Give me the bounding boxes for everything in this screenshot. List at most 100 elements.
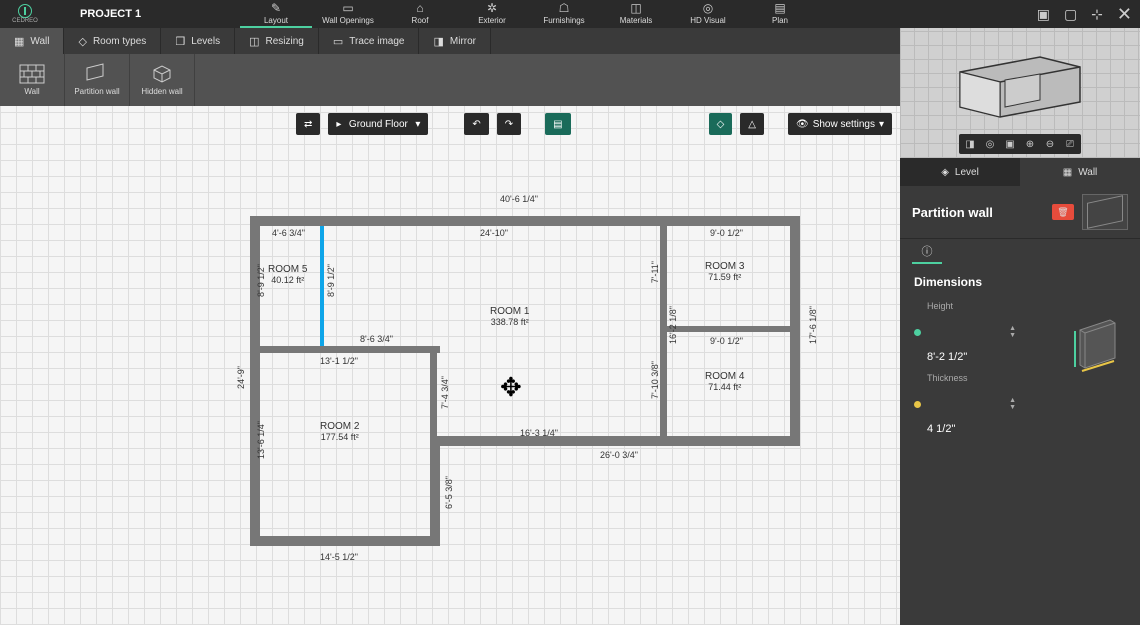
show-settings-button[interactable]: 👁Show settings▾ [788,113,892,135]
logo-icon [18,4,32,18]
tool-wall[interactable]: Wall [0,54,65,106]
canvas[interactable]: ⇄ ▸Ground Floor▾ ↶ ↷ ▤ ◇ △ 👁Show setting… [0,106,900,625]
wall-openings-icon: ▭ [342,1,353,15]
tab-plan[interactable]: ▤Plan [744,0,816,28]
dim-r2-h: 13'-6 1/4" [256,421,266,459]
floor-selector[interactable]: ▸Ground Floor▾ [328,113,428,135]
dim-r5-h: 8'-9 1/2" [256,264,266,297]
wall-r5-bottom[interactable] [250,346,440,353]
tool-partition-wall[interactable]: Partition wall [65,54,130,106]
preview-reset-icon[interactable]: ▣ [1001,136,1019,152]
wall-bottom-right[interactable] [430,436,800,446]
preview-3d-model [950,52,1090,122]
wall-r1-r2-divider[interactable] [430,346,437,441]
tab-materials[interactable]: ◫Materials [600,0,672,28]
view-2d-button[interactable]: ◇ [709,113,733,135]
wall-3d-diagram [1070,315,1130,385]
dim-r5-h2: 8'-9 1/2" [326,264,336,297]
levels-icon: ❒ [175,35,185,48]
dim-r1-split: 7'-4 3/4" [440,376,450,409]
dim-r1-w: 24'-10" [480,228,508,238]
room3-label: ROOM 371.59 ft² [705,261,744,282]
preview-pan-icon[interactable]: ◨ [961,136,979,152]
roomtypes-icon: ◇ [78,35,86,48]
dimensions-section: Dimensions Height 8'-2 1/2" ▲▼ Thickness… [900,265,1140,455]
dim-r2-top: 13'-1 1/2" [320,356,358,366]
collapse-icon[interactable]: ⊹ [1091,6,1103,23]
delete-button[interactable]: 🗑 [1052,204,1074,220]
side-tab-level[interactable]: ◈Level [900,158,1020,186]
roof-icon: ⌂ [416,1,423,15]
room1-label: ROOM 1338.78 ft² [490,306,529,327]
layer-button[interactable]: ▤ [545,113,570,135]
preview-zoomout-icon[interactable]: ⊖ [1041,136,1059,152]
canvas-controls: ⇄ ▸Ground Floor▾ ↶ ↷ ▤ ◇ △ 👁Show setting… [0,112,900,136]
tab-layout[interactable]: ✎Layout [240,0,312,28]
info-tab-button[interactable]: ⓘ [912,240,942,264]
thickness-value[interactable]: 4 1/2" [927,423,968,435]
wall-icon: ▦ [1063,167,1072,178]
subtab-trace-image[interactable]: ▭Trace image [319,28,420,54]
tab-exterior[interactable]: ✲Exterior [456,0,528,28]
partition-tool-icon [85,64,109,84]
preview-orbit-icon[interactable]: ◎ [981,136,999,152]
redo-button[interactable]: ↷ [497,113,521,135]
subtab-wall[interactable]: ▦Wall [0,28,64,54]
furnishings-icon: ☖ [559,1,570,15]
tool-hidden-wall[interactable]: Hidden wall [130,54,195,106]
tab-wall-openings[interactable]: ▭Wall Openings [312,0,384,28]
preview-3d[interactable]: ◨ ◎ ▣ ⊕ ⊖ ⎚ [900,28,1140,158]
dim-r5-w: 4'-6 3/4" [272,228,305,238]
subtab-resizing[interactable]: ◫Resizing [235,28,319,54]
logo[interactable]: CEDREO [0,2,50,26]
height-stepper[interactable]: ▲▼ [1009,325,1016,339]
move-gizmo[interactable] [500,376,530,406]
wall-bottom-left[interactable] [250,536,440,546]
height-value[interactable]: 8'-2 1/2" [927,351,967,363]
thickness-dot [914,401,921,408]
thickness-label: Thickness [927,373,968,423]
dim-left-h: 24'-9" [236,366,246,389]
dim-top-total: 40'-6 1/4" [500,194,538,204]
chat-icon[interactable]: ▣ [1037,6,1050,23]
wall-r2-right[interactable] [430,436,440,546]
project-title[interactable]: PROJECT 1 [80,8,141,20]
preview-mouse-icon[interactable]: ⎚ [1061,136,1079,152]
subtab-room-types[interactable]: ◇Room types [64,28,161,54]
subtab-mirror[interactable]: ◨Mirror [419,28,491,54]
side-tabs: ◈Level ▦Wall [900,158,1140,186]
dim-r2-bottom: 14'-5 1/2" [320,552,358,562]
wall-top[interactable] [250,216,800,226]
close-icon[interactable]: ✕ [1117,4,1132,25]
preview-zoomin-icon[interactable]: ⊕ [1021,136,1039,152]
save-icon[interactable]: ▢ [1064,6,1077,23]
top-bar: CEDREO PROJECT 1 ✎Layout ▭Wall Openings … [0,0,1140,28]
side-panel: ◨ ◎ ▣ ⊕ ⊖ ⎚ ◈Level ▦Wall Partition wall … [900,28,1140,625]
selected-wall[interactable] [320,226,324,346]
wall-icon: ▦ [14,35,24,48]
tab-furnishings[interactable]: ☖Furnishings [528,0,600,28]
tab-hd-visual[interactable]: ◎HD Visual [672,0,744,28]
height-dot [914,329,921,336]
wall-tool-icon [20,64,44,84]
dim-r4-w: 9'-0 1/2" [710,336,743,346]
mirror-icon: ◨ [433,35,443,48]
dim-r2-right: 6'-5 3/8" [444,476,454,509]
dim-r3-w: 9'-0 1/2" [710,228,743,238]
height-label: Height [927,301,967,351]
resizing-icon: ◫ [249,35,259,48]
plan-icon: ▤ [774,1,785,15]
tab-roof[interactable]: ⌂Roof [384,0,456,28]
hidden-tool-icon [150,64,174,84]
thickness-stepper[interactable]: ▲▼ [1009,397,1016,411]
view-3d-button[interactable]: △ [740,113,764,135]
camera-icon: ◎ [703,1,713,15]
side-tab-wall[interactable]: ▦Wall [1020,158,1140,186]
floorplan[interactable]: ROOM 540.12 ft² ROOM 1338.78 ft² ROOM 37… [230,206,800,566]
subtab-levels[interactable]: ❒Levels [161,28,235,54]
wall-r3-r4-divider[interactable] [660,326,795,332]
room2-label: ROOM 2177.54 ft² [320,421,359,442]
level-icon: ◈ [941,167,949,178]
undo-button[interactable]: ↶ [464,113,488,135]
swap-button[interactable]: ⇄ [296,113,320,135]
